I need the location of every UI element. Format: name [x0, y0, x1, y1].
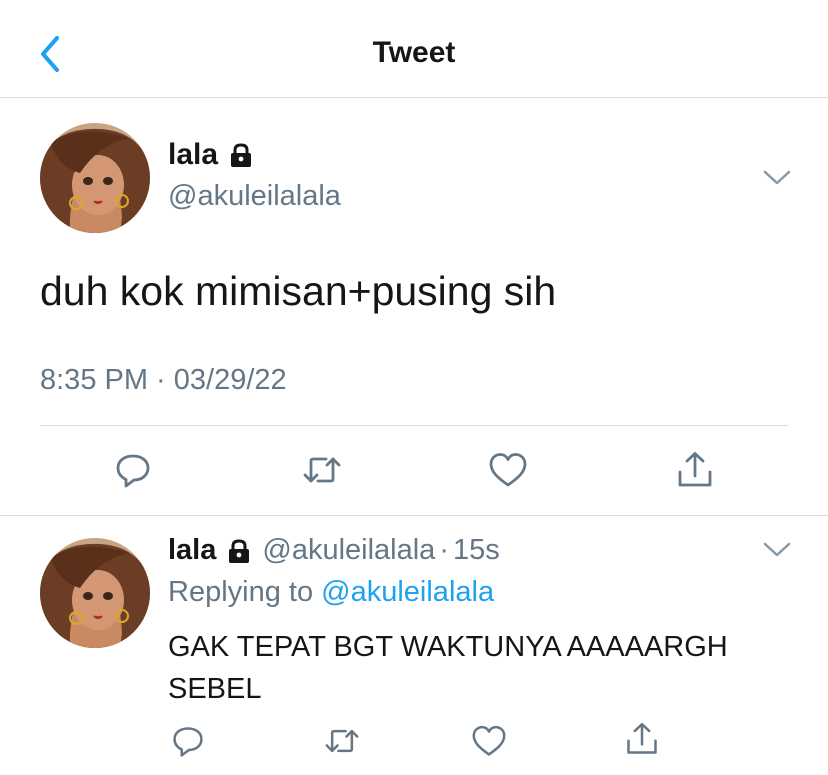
like-icon [472, 725, 506, 756]
reply-retweet-button[interactable] [322, 721, 362, 761]
author-handle[interactable]: @akuleilalala [168, 180, 341, 213]
tweet-timestamp[interactable]: 8:35 PM · 03/29/22 [40, 364, 287, 397]
reply-icon [173, 727, 203, 757]
reply-header[interactable]: lala @akuleilalala · 15s [168, 534, 500, 567]
reply-lock [226, 538, 252, 564]
retweet-button[interactable] [302, 450, 342, 490]
reply-like-button[interactable] [469, 721, 509, 761]
lock-icon [231, 143, 252, 167]
replying-to-mention[interactable]: @akuleilalala [321, 576, 494, 608]
reply-age[interactable]: 15s [453, 534, 500, 567]
lock-icon [229, 538, 250, 563]
share-icon [627, 722, 657, 754]
tweet-text: duh kok mimisan+pusing sih [40, 268, 557, 314]
chevron-down-icon [763, 542, 791, 557]
section-separator [0, 515, 828, 516]
reply-more-options-button[interactable] [762, 540, 792, 560]
tweet-date: 03/29/22 [173, 364, 287, 396]
reply-author-name[interactable]: lala [168, 534, 216, 567]
divider [40, 425, 788, 426]
author-name[interactable]: lala [168, 138, 218, 172]
like-button[interactable] [488, 450, 528, 490]
page-title: Tweet [372, 36, 456, 69]
retweet-icon [325, 729, 359, 753]
reply-author-handle[interactable]: @akuleilalala [262, 534, 435, 567]
replying-to: Replying to @akuleilalala [168, 576, 494, 609]
top-bar: Tweet [0, 0, 828, 98]
share-icon [678, 452, 712, 487]
reply-share-button[interactable] [622, 719, 662, 759]
reply-reply-button[interactable] [168, 721, 208, 761]
reply-icon [116, 454, 150, 488]
reply-avatar[interactable] [40, 538, 150, 648]
reply-text: GAK TEPAT BGT WAKTUNYA AAAAARGH SEBEL [168, 631, 728, 705]
avatar[interactable] [40, 123, 150, 233]
meta-separator: · [148, 364, 174, 396]
reply-button[interactable] [113, 450, 153, 490]
author-name-row[interactable]: lala [168, 138, 254, 172]
share-button[interactable] [675, 450, 715, 490]
like-icon [489, 453, 527, 487]
replying-prefix: Replying to [168, 576, 322, 608]
retweet-icon [303, 457, 341, 483]
tweet-time: 8:35 PM [40, 364, 148, 396]
reply-dot: · [439, 534, 449, 566]
chevron-down-icon [763, 170, 791, 185]
more-options-button[interactable] [762, 168, 792, 188]
